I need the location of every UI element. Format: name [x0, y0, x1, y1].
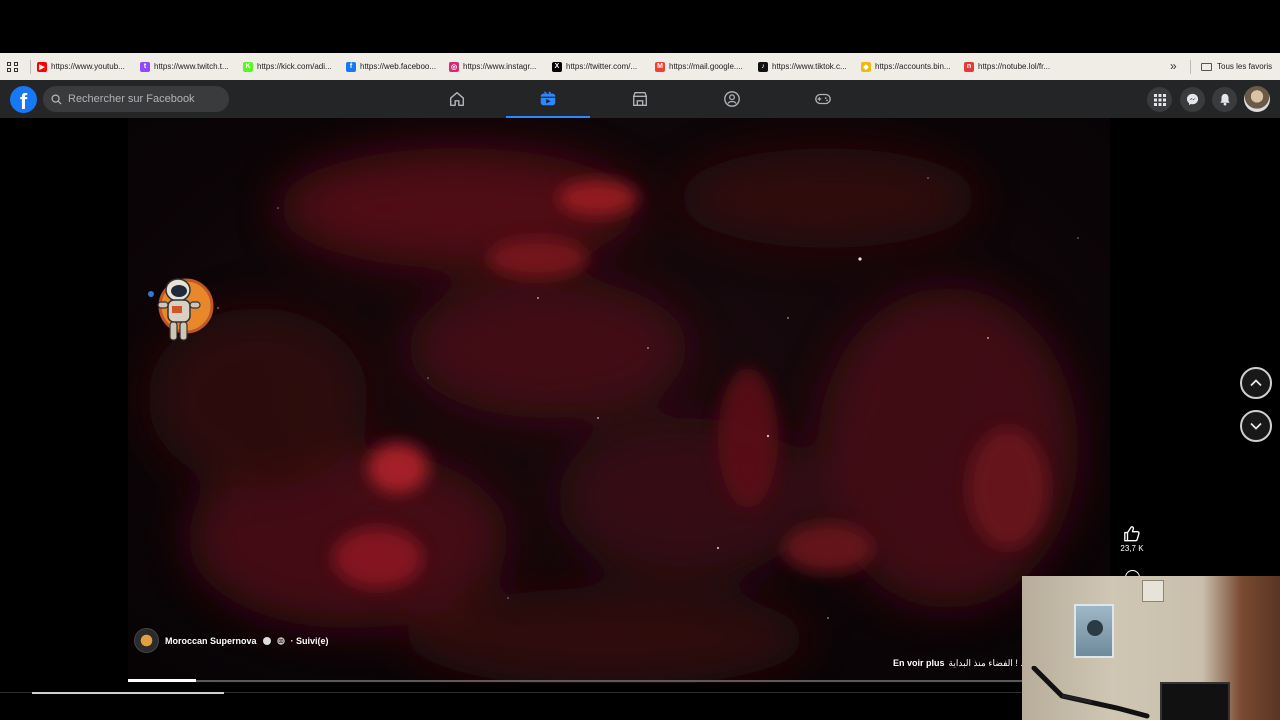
video-progress-bar[interactable]: [128, 679, 1024, 682]
bookmarks-list: ▶ https://www.youtub... t https://www.twitc…: [37, 61, 1067, 72]
menu-button[interactable]: [1147, 87, 1172, 112]
youtube-icon: ▶: [37, 61, 47, 72]
messenger-button[interactable]: [1180, 87, 1205, 112]
bookmark-item[interactable]: ◎ https://www.instagr...: [449, 61, 552, 72]
bookmarks-separator-right: [1190, 60, 1191, 74]
bookmark-item[interactable]: n https://notube.lol/fr...: [964, 61, 1067, 72]
monitor: [1160, 682, 1230, 720]
search-input[interactable]: [68, 93, 218, 105]
bookmark-label: https://mail.google....: [669, 62, 743, 71]
chevron-up-icon: [1250, 379, 1262, 387]
play-icon: [1087, 620, 1103, 636]
bookmark-item[interactable]: t https://www.twitch.t...: [140, 61, 243, 72]
screen-top-band: [0, 0, 1280, 53]
bookmark-item[interactable]: ▶ https://www.youtub...: [37, 61, 140, 72]
tab-gaming[interactable]: [781, 80, 865, 118]
bookmark-item[interactable]: Mhttps://mail.google....: [655, 61, 758, 72]
astronaut-logo: [148, 278, 214, 341]
search-icon: [51, 93, 62, 105]
tiktok-icon: ♪: [758, 61, 768, 72]
thumbs-up-icon: [1124, 526, 1140, 542]
bookmarks-separator: [30, 59, 31, 74]
bookmark-label: https://kick.com/adi...: [257, 62, 332, 71]
marketplace-icon: [633, 92, 647, 106]
search-box[interactable]: [43, 86, 229, 112]
author-name[interactable]: Moroccan Supernova: [165, 636, 257, 646]
home-icon: [449, 91, 465, 107]
wall-frame: [1142, 580, 1164, 602]
bookmark-label: https://www.twitch.t...: [154, 62, 229, 71]
folder-icon: [1201, 62, 1212, 71]
facebook-logo-icon[interactable]: f: [10, 86, 37, 113]
video-progress-fill: [128, 679, 196, 682]
groups-icon: [724, 91, 740, 107]
bookmark-label: https://www.youtub...: [51, 62, 125, 71]
bookmark-item[interactable]: Xhttps://twitter.com/...: [552, 61, 655, 72]
gmail-icon: M: [655, 61, 665, 72]
bookmarks-bar: ▶ https://www.youtub... t https://www.twitc…: [0, 53, 1280, 80]
previous-reel-button[interactable]: [1240, 367, 1272, 399]
video-icon: [540, 91, 556, 106]
bookmark-label: https://www.instagr...: [463, 62, 537, 71]
notifications-button[interactable]: [1212, 87, 1237, 112]
bookmark-item[interactable]: f https://web.faceboo...: [346, 61, 449, 72]
reel-caption: En voir plus الفضاء منذ البداية ! ...: [893, 658, 1028, 669]
notube-icon: n: [964, 61, 974, 72]
tab-groups[interactable]: [690, 80, 774, 118]
bookmark-item[interactable]: Khttps://kick.com/adi...: [243, 61, 346, 72]
facebook-navbar: f: [0, 80, 1280, 118]
reel-author[interactable]: Moroccan Supernova · Suivi(e): [134, 628, 329, 653]
messenger-icon: [1186, 93, 1199, 106]
profile-avatar[interactable]: [1244, 86, 1270, 112]
kick-icon: K: [243, 61, 253, 72]
next-reel-button[interactable]: [1240, 410, 1272, 442]
binance-icon: ◆: [861, 61, 871, 72]
bell-icon: [1219, 93, 1230, 106]
see-more-link[interactable]: En voir plus: [893, 658, 945, 668]
bookmark-label: https://twitter.com/...: [566, 62, 638, 71]
page-scroll-fill: [32, 692, 224, 694]
bookmark-item[interactable]: ♪ https://www.tiktok.c...: [758, 61, 861, 72]
chevron-down-icon: [1250, 422, 1262, 430]
instagram-icon: ◎: [449, 61, 459, 72]
youtube-plaque: [1074, 604, 1114, 658]
apps-grid-icon[interactable]: [7, 60, 21, 74]
like-button[interactable]: 23,7 K: [1117, 525, 1147, 553]
webcam-overlay: [1022, 576, 1280, 720]
like-count: 23,7 K: [1120, 544, 1144, 553]
all-favorites-folder[interactable]: Tous les favoris: [1201, 53, 1272, 80]
tab-home[interactable]: [415, 80, 499, 118]
facebook-icon: f: [346, 61, 356, 72]
author-avatar[interactable]: [134, 628, 159, 653]
more-bookmarks-button[interactable]: »: [1170, 53, 1177, 80]
verified-badge-icon: [262, 636, 271, 645]
gaming-icon: [815, 93, 831, 105]
bookmark-label: https://www.tiktok.c...: [772, 62, 847, 71]
bookmark-label: https://web.faceboo...: [360, 62, 437, 71]
caption-text: الفضاء منذ البداية ! ...: [948, 658, 1028, 668]
twitch-icon: t: [140, 61, 150, 72]
globe-icon: [276, 636, 285, 645]
all-favorites-label: Tous les favoris: [1217, 62, 1273, 71]
tab-video[interactable]: [506, 80, 590, 118]
bookmark-label: https://accounts.bin...: [875, 62, 951, 71]
tab-marketplace[interactable]: [598, 80, 682, 118]
follow-status[interactable]: · Suivi(e): [291, 636, 329, 646]
x-icon: X: [552, 61, 562, 72]
bookmark-item[interactable]: ◆ https://accounts.bin...: [861, 61, 964, 72]
microphone-arm: [1031, 666, 1150, 719]
bookmark-label: https://notube.lol/fr...: [978, 62, 1051, 71]
nebula-video-frame: [128, 118, 1110, 683]
menu-grid-icon: [1153, 93, 1166, 106]
